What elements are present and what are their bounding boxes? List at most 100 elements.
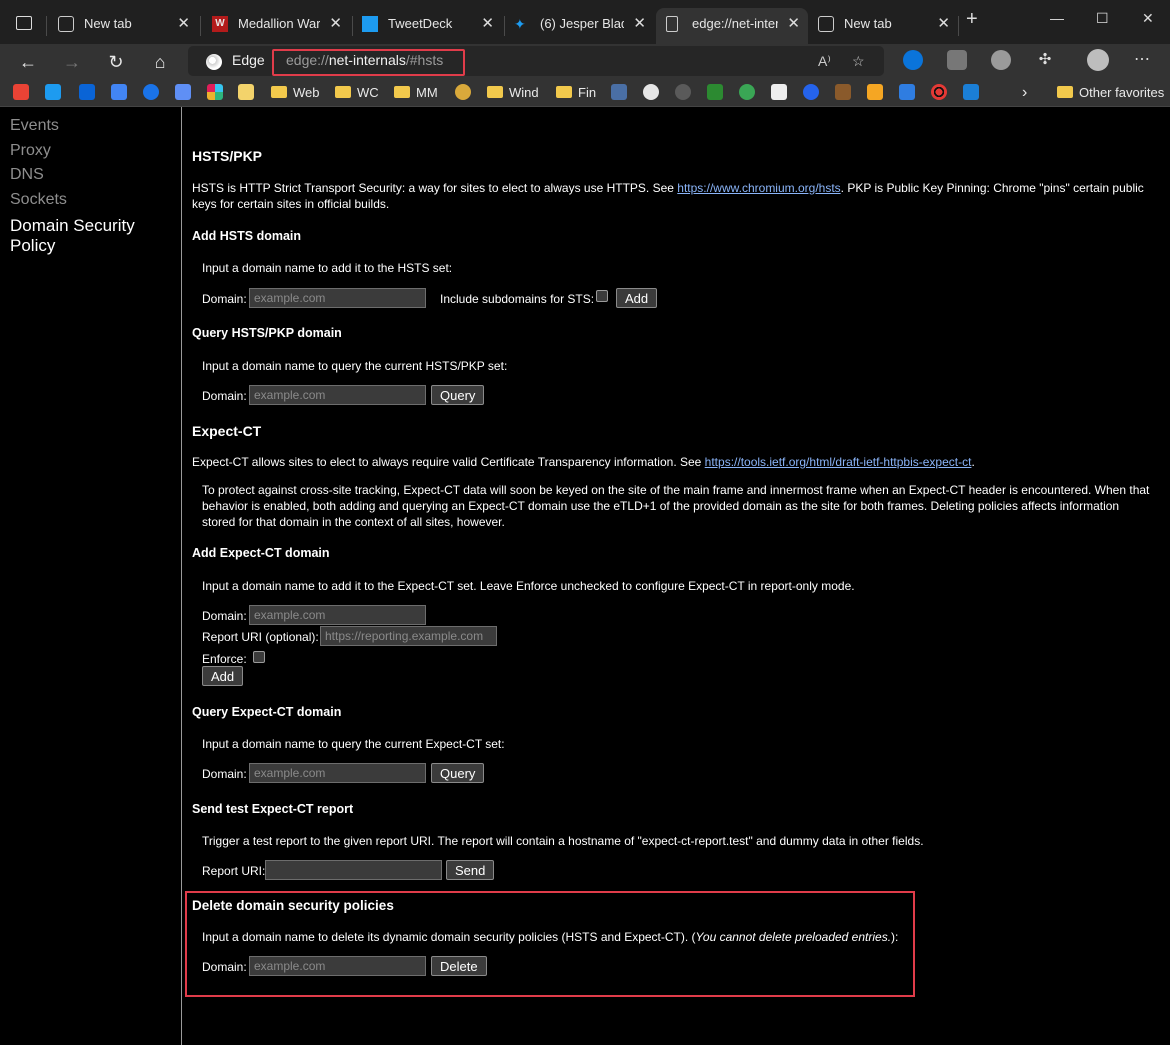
- hsts-title: HSTS/PKP: [192, 148, 263, 164]
- tasks-icon[interactable]: [611, 84, 633, 102]
- hsts-add-button[interactable]: Add: [616, 288, 658, 308]
- gmail-icon[interactable]: [13, 84, 35, 102]
- favorite-label: Other favorites: [1079, 85, 1165, 100]
- include-subdomains-checkbox[interactable]: [596, 290, 608, 302]
- tab-tweetdeck[interactable]: TweetDeck ✕: [352, 8, 502, 44]
- notes-icon[interactable]: [238, 84, 260, 102]
- expect-ct-description: Expect-CT allows sites to elect to alway…: [192, 454, 1152, 470]
- d-icon[interactable]: [803, 84, 825, 102]
- add-hsts-title: Add HSTS domain: [192, 229, 302, 243]
- tab-net-internals[interactable]: edge://net-inter ✕: [656, 8, 808, 44]
- extension-icon[interactable]: [991, 50, 1011, 70]
- browser-brand: Edge: [232, 52, 265, 68]
- tab-label: edge://net-inter: [692, 16, 778, 31]
- close-window-icon[interactable]: ✕: [1142, 10, 1154, 27]
- expect-ct-add-domain-input[interactable]: [249, 605, 426, 625]
- password-manager-icon[interactable]: [903, 50, 923, 70]
- tab-new-tab-2[interactable]: New tab ✕: [808, 8, 958, 44]
- send-button[interactable]: Send: [446, 860, 495, 880]
- sidebar-item-domain-security-policy[interactable]: Domain Security Policy: [10, 216, 181, 256]
- target-icon[interactable]: [931, 84, 953, 102]
- todo-icon[interactable]: [899, 84, 921, 102]
- more-menu-icon[interactable]: ⋯: [1132, 50, 1152, 70]
- outlook-icon[interactable]: [79, 84, 101, 102]
- favorite-folder-wc[interactable]: WC: [335, 84, 379, 102]
- expect-ct-link[interactable]: https://tools.ietf.org/html/draft-ietf-h…: [705, 455, 972, 469]
- query-hsts-description: Input a domain name to query the current…: [202, 359, 508, 373]
- hsts-query-button[interactable]: Query: [431, 385, 485, 405]
- hsts-description: HSTS is HTTP Strict Transport Security: …: [192, 180, 1152, 212]
- tradingview-icon[interactable]: [771, 84, 793, 102]
- td-icon[interactable]: [707, 84, 729, 102]
- horse-icon[interactable]: [835, 84, 857, 102]
- chevron-bookmark-icon[interactable]: [867, 84, 889, 102]
- refresh-icon[interactable]: ↻: [104, 50, 128, 74]
- twitter-fav-icon[interactable]: [45, 84, 67, 102]
- maximize-icon[interactable]: ☐: [1096, 10, 1109, 27]
- other-favorites[interactable]: Other favorites: [1057, 84, 1164, 102]
- tab-separator: [200, 16, 201, 36]
- expect-ct-query-domain-input[interactable]: [249, 763, 426, 783]
- close-icon[interactable]: ✕: [481, 8, 494, 40]
- favorite-label: Web: [293, 85, 320, 100]
- back-icon[interactable]: ←: [16, 50, 40, 74]
- github-icon[interactable]: [643, 84, 665, 102]
- expect-ct-query-button[interactable]: Query: [431, 763, 485, 783]
- tab-actions-icon[interactable]: [16, 16, 32, 30]
- chevron-right-icon[interactable]: ›: [1022, 84, 1027, 102]
- tab-new-tab-1[interactable]: New tab ✕: [48, 8, 198, 44]
- favorite-label: Wind: [509, 85, 539, 100]
- globe-icon[interactable]: [455, 84, 477, 102]
- folder-icon: [1057, 86, 1073, 98]
- report-uri-input[interactable]: [320, 626, 497, 646]
- sidebar-item-sockets[interactable]: Sockets: [10, 191, 67, 209]
- tab-separator: [958, 16, 959, 36]
- tab-twitter[interactable]: ✦ (6) Jesper Blad J ✕: [504, 8, 654, 44]
- sidebar-item-dns[interactable]: DNS: [10, 166, 44, 184]
- close-icon[interactable]: ✕: [633, 8, 646, 40]
- calendar-icon[interactable]: [111, 84, 133, 102]
- favorite-label: Fin: [578, 85, 597, 100]
- sidebar: Events Proxy DNS Sockets Domain Security…: [0, 107, 182, 1045]
- minimize-icon[interactable]: —: [1050, 10, 1064, 26]
- sidebar-item-events[interactable]: Events: [10, 117, 59, 135]
- sidebar-item-proxy[interactable]: Proxy: [10, 142, 51, 160]
- close-icon[interactable]: ✕: [937, 8, 950, 40]
- favorite-folder-web[interactable]: Web: [271, 84, 320, 102]
- add-expect-ct-description: Input a domain name to add it to the Exp…: [202, 579, 855, 593]
- close-icon[interactable]: ✕: [329, 8, 342, 40]
- hsts-query-domain-input[interactable]: [249, 385, 426, 405]
- tab-label: Medallion Ware: [238, 16, 320, 31]
- test-report-uri-input[interactable]: [265, 860, 442, 880]
- tab-medallion[interactable]: W Medallion Ware ✕: [202, 8, 350, 44]
- hsts-add-domain-input[interactable]: [249, 288, 426, 308]
- add-favorite-icon[interactable]: ☆: [852, 53, 865, 70]
- site-icon[interactable]: [675, 84, 697, 102]
- tree-icon[interactable]: [739, 84, 761, 102]
- read-aloud-icon[interactable]: A⁾: [818, 53, 831, 70]
- favorite-folder-wind[interactable]: Wind: [487, 84, 539, 102]
- contacts-icon[interactable]: [143, 84, 165, 102]
- translate-icon[interactable]: [175, 84, 197, 102]
- hsts-link[interactable]: https://www.chromium.org/hsts: [677, 181, 840, 195]
- new-tab-icon: [818, 16, 834, 32]
- slack-icon[interactable]: [207, 84, 229, 102]
- profile-avatar[interactable]: [1087, 49, 1109, 71]
- azure-icon[interactable]: [963, 84, 985, 102]
- extensions-puzzle-icon[interactable]: ✣: [1035, 50, 1055, 70]
- query-hsts-title: Query HSTS/PKP domain: [192, 326, 342, 340]
- extension-icon[interactable]: [947, 50, 967, 70]
- subdomains-label: Include subdomains for STS:: [440, 292, 595, 306]
- favorite-folder-fin[interactable]: Fin: [556, 84, 596, 102]
- favorite-folder-mm[interactable]: MM: [394, 84, 438, 102]
- forward-icon[interactable]: →: [60, 50, 84, 74]
- tab-label: TweetDeck: [388, 16, 453, 31]
- home-icon[interactable]: ⌂: [148, 50, 172, 74]
- enforce-checkbox[interactable]: [253, 651, 265, 663]
- folder-icon: [394, 86, 410, 98]
- close-icon[interactable]: ✕: [177, 8, 190, 40]
- new-tab-button[interactable]: +: [966, 8, 978, 31]
- close-icon[interactable]: ✕: [787, 8, 800, 40]
- expect-ct-add-button[interactable]: Add: [202, 666, 244, 686]
- hsts-desc-text: HSTS is HTTP Strict Transport Security: …: [192, 181, 678, 195]
